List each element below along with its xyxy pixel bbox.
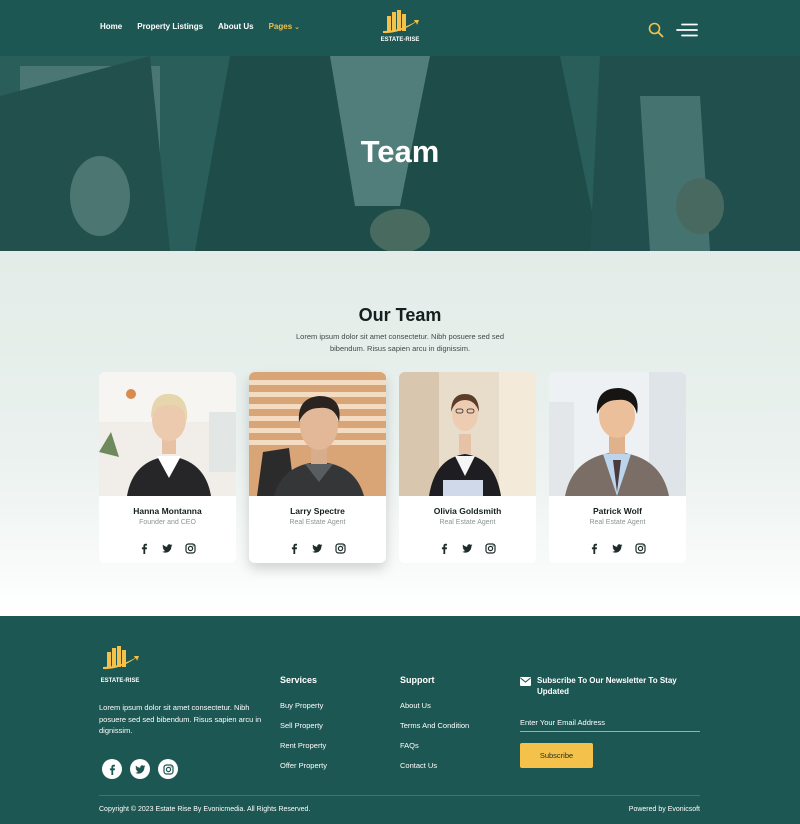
nav-home[interactable]: Home <box>100 22 122 31</box>
section-title: Our Team <box>358 305 442 325</box>
team-section: Our Team Lorem ipsum dolor sit amet cons… <box>0 251 800 616</box>
site-header: Home Property Listings About Us Pages ⌄ E… <box>0 0 800 56</box>
hamburger-menu-icon[interactable] <box>676 23 698 37</box>
building-logo-icon <box>383 10 419 34</box>
newsletter-email-input[interactable] <box>520 715 700 732</box>
member-photo <box>99 372 236 496</box>
member-name: Patrick Wolf <box>593 506 642 516</box>
facebook-icon[interactable] <box>439 541 450 554</box>
nav-pages[interactable]: Pages ⌄ <box>269 22 300 31</box>
logo-text: ESTATE-RISE <box>380 37 420 43</box>
team-card[interactable]: Larry Spectre Real Estate Agent <box>249 372 386 563</box>
footer-support: Support About Us Terms And Condition FAQ… <box>400 675 469 781</box>
footer-services: Services Buy Property Sell Property Rent… <box>280 675 327 781</box>
section-description: Lorem ipsum dolor sit amet consectetur. … <box>295 332 505 353</box>
footer-link-contact-us[interactable]: Contact Us <box>400 761 469 770</box>
member-photo <box>249 372 386 496</box>
subscribe-button[interactable]: Subscribe <box>520 743 593 768</box>
building-logo-icon <box>103 646 139 670</box>
instagram-icon[interactable] <box>185 541 196 554</box>
footer-logo[interactable]: ESTATE-RISE <box>99 646 141 684</box>
footer-link-sell-property[interactable]: Sell Property <box>280 721 327 730</box>
nav-about-us[interactable]: About Us <box>218 22 254 31</box>
footer-link-terms[interactable]: Terms And Condition <box>400 721 469 730</box>
twitter-icon[interactable] <box>162 541 173 553</box>
nav-pages-label: Pages <box>268 22 293 31</box>
team-cards: Hanna Montanna Founder and CEO Larry Spe… <box>99 372 686 563</box>
newsletter-header: Subscribe To Our Newsletter To Stay Upda… <box>520 675 700 697</box>
member-role: Founder and CEO <box>139 519 196 526</box>
member-socials <box>549 541 686 554</box>
footer-link-rent-property[interactable]: Rent Property <box>280 741 327 750</box>
instagram-icon[interactable] <box>485 541 496 554</box>
logo-text: ESTATE-RISE <box>100 678 140 684</box>
instagram-icon[interactable] <box>158 759 178 779</box>
instagram-icon[interactable] <box>335 541 346 554</box>
support-title: Support <box>400 675 435 685</box>
member-name: Hanna Montanna <box>133 506 202 516</box>
twitter-icon[interactable] <box>130 759 150 779</box>
chevron-down-icon: ⌄ <box>294 24 301 31</box>
newsletter-title: Subscribe To Our Newsletter To Stay Upda… <box>537 676 677 696</box>
member-socials <box>399 541 536 554</box>
copyright-text: Copyright © 2023 Estate Rise By Evonicme… <box>99 806 311 813</box>
nav-property-listings[interactable]: Property Listings <box>137 22 203 31</box>
envelope-icon <box>520 677 531 686</box>
member-socials <box>249 541 386 554</box>
member-role: Real Estate Agent <box>289 519 346 526</box>
member-role: Real Estate Agent <box>589 519 646 526</box>
member-role: Real Estate Agent <box>439 519 496 526</box>
twitter-icon[interactable] <box>612 541 623 553</box>
member-photo <box>549 372 686 496</box>
twitter-icon[interactable] <box>462 541 473 553</box>
footer-link-about-us[interactable]: About Us <box>400 701 469 710</box>
footer-socials <box>102 759 178 779</box>
team-card[interactable]: Hanna Montanna Founder and CEO <box>99 372 236 563</box>
search-icon[interactable] <box>648 22 664 38</box>
footer-link-offer-property[interactable]: Offer Property <box>280 761 327 770</box>
facebook-icon[interactable] <box>589 541 600 554</box>
footer-link-buy-property[interactable]: Buy Property <box>280 701 327 710</box>
facebook-icon[interactable] <box>102 759 122 779</box>
facebook-icon[interactable] <box>289 541 300 554</box>
newsletter: Subscribe To Our Newsletter To Stay Upda… <box>520 675 700 768</box>
site-logo[interactable]: ESTATE-RISE <box>377 10 423 43</box>
footer-divider <box>99 795 700 796</box>
footer-link-faqs[interactable]: FAQs <box>400 741 469 750</box>
member-photo <box>399 372 536 496</box>
powered-by-text: Powered by Evonicsoft <box>628 806 700 813</box>
site-footer: ESTATE-RISE Lorem ipsum dolor sit amet c… <box>0 616 800 824</box>
page-title: Team <box>360 134 440 169</box>
team-card[interactable]: Patrick Wolf Real Estate Agent <box>549 372 686 563</box>
main-nav: Home Property Listings About Us Pages ⌄ <box>100 22 300 31</box>
facebook-icon[interactable] <box>139 541 150 554</box>
footer-about-text: Lorem ipsum dolor sit amet consectetur. … <box>99 703 262 735</box>
twitter-icon[interactable] <box>312 541 323 553</box>
member-name: Olivia Goldsmith <box>433 506 502 516</box>
member-name: Larry Spectre <box>290 506 345 516</box>
member-socials <box>99 541 236 554</box>
hero-banner: Team <box>0 56 800 251</box>
services-title: Services <box>280 675 318 685</box>
team-card[interactable]: Olivia Goldsmith Real Estate Agent <box>399 372 536 563</box>
instagram-icon[interactable] <box>635 541 646 554</box>
